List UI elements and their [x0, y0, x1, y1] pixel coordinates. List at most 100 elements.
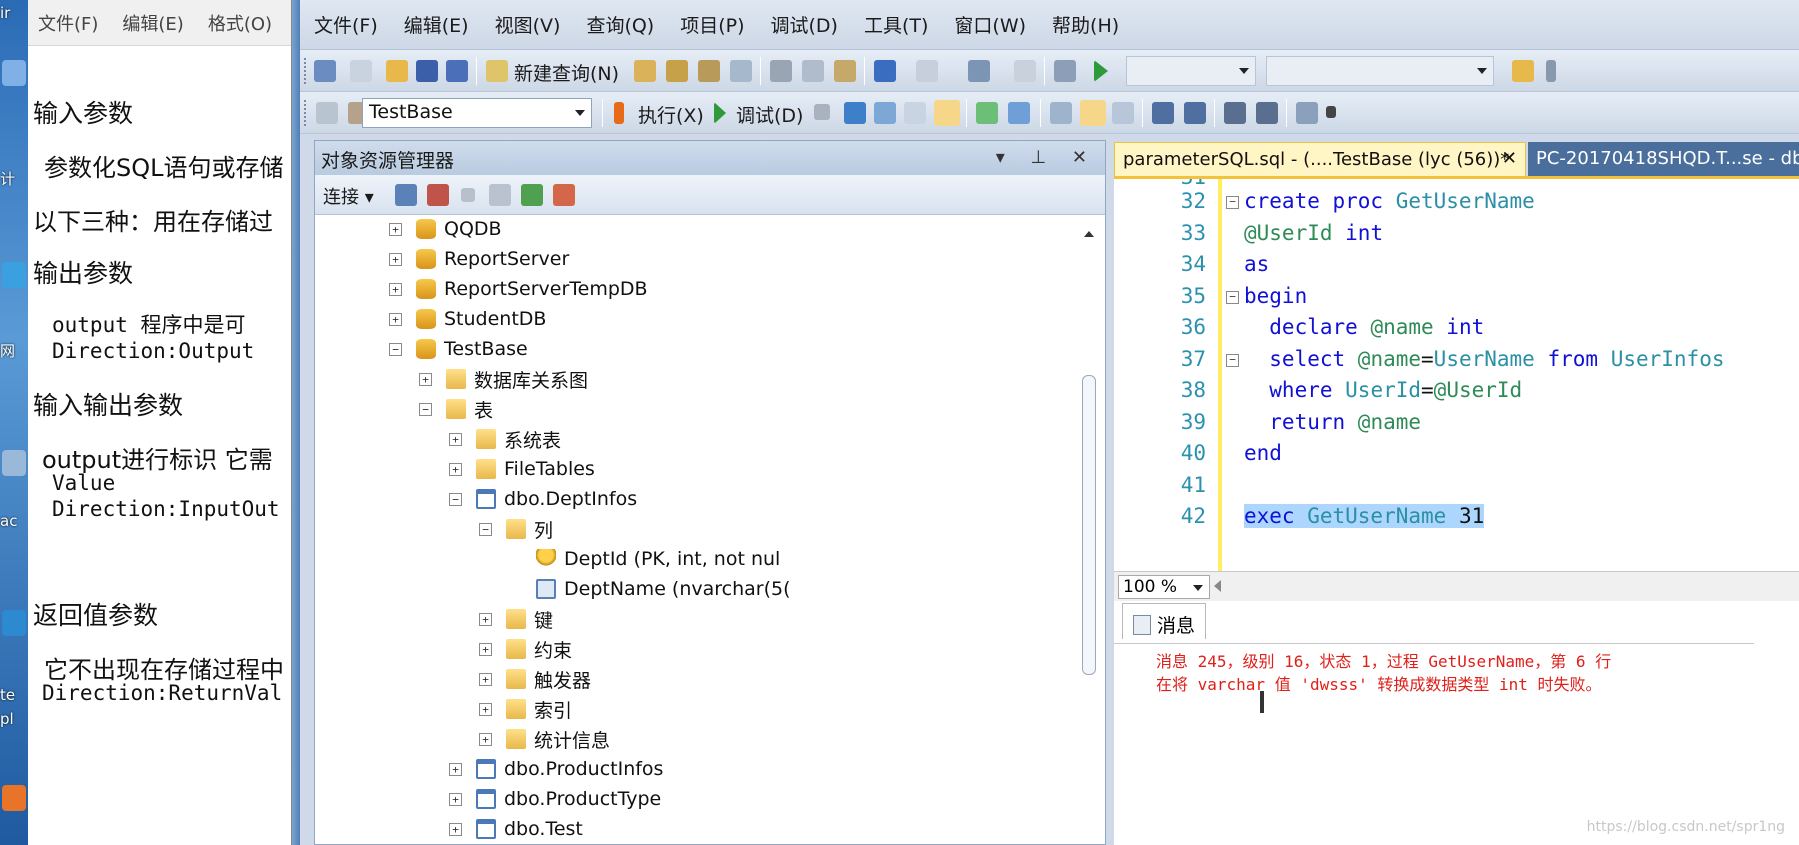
- code-line[interactable]: begin: [1244, 284, 1307, 308]
- increase-indent-icon[interactable]: [1256, 102, 1278, 124]
- tree-node[interactable]: + FileTables: [449, 455, 595, 483]
- menu-tools[interactable]: 工具(T): [864, 11, 928, 38]
- expand-icon[interactable]: +: [479, 612, 492, 626]
- specify-values-icon[interactable]: [1296, 102, 1318, 124]
- scroll-left-icon[interactable]: [1214, 580, 1221, 592]
- debug-button[interactable]: 调试(D): [736, 101, 803, 128]
- fold-toggle-icon[interactable]: −: [1226, 290, 1239, 304]
- tree-node[interactable]: − dbo.DeptInfos: [449, 485, 637, 513]
- code-line[interactable]: where UserId=@UserId: [1244, 378, 1522, 402]
- close-tab-icon[interactable]: ✕: [1502, 148, 1517, 169]
- stop-icon[interactable]: [461, 188, 475, 202]
- tree-node[interactable]: + StudentDB: [389, 305, 546, 333]
- expand-icon[interactable]: +: [389, 312, 402, 326]
- tree-node[interactable]: + 数据库关系图: [419, 365, 588, 393]
- debug-icon[interactable]: [714, 102, 726, 124]
- expand-icon[interactable]: +: [449, 822, 462, 836]
- expand-icon[interactable]: +: [449, 762, 462, 776]
- navigate-icon[interactable]: [968, 60, 990, 82]
- xmla-query-icon[interactable]: [730, 60, 752, 82]
- tab-parametersql[interactable]: parameterSQL.sql - (....TestBase (lyc (5…: [1114, 142, 1526, 176]
- tree-node[interactable]: + dbo.ProductType: [449, 785, 661, 813]
- collapse-icon[interactable]: −: [389, 342, 402, 356]
- db-query-icon[interactable]: [634, 60, 656, 82]
- solution-platform-select[interactable]: [1266, 56, 1494, 86]
- expand-icon[interactable]: +: [479, 672, 492, 686]
- query-designer-icon[interactable]: [904, 102, 926, 124]
- toolbar-grip[interactable]: [304, 100, 308, 126]
- expand-icon[interactable]: +: [389, 252, 402, 266]
- notepad-menu-format[interactable]: 格式(O): [208, 10, 272, 36]
- add-item-icon[interactable]: [350, 60, 372, 82]
- tree-node[interactable]: + 约束: [479, 635, 572, 663]
- toolbar-overflow-icon[interactable]: [1326, 106, 1336, 118]
- menu-file[interactable]: 文件(F): [314, 11, 378, 38]
- expand-icon[interactable]: +: [419, 372, 432, 386]
- sql-editor[interactable]: 31 32− create proc GetUserName 33 @UserId i…: [1114, 176, 1799, 571]
- expand-icon[interactable]: +: [449, 462, 462, 476]
- save-icon[interactable]: [416, 60, 438, 82]
- tree-node[interactable]: + ReportServerTempDB: [389, 275, 648, 303]
- new-query-button[interactable]: 新建查询(N): [514, 59, 619, 86]
- include-plan-icon[interactable]: [976, 102, 998, 124]
- redo-icon[interactable]: [916, 60, 938, 82]
- filter-icon[interactable]: [489, 184, 511, 206]
- database-select[interactable]: TestBase: [362, 98, 592, 128]
- code-line[interactable]: as: [1244, 252, 1269, 276]
- scrollbar-thumb[interactable]: [1082, 375, 1096, 675]
- menu-debug[interactable]: 调试(D): [771, 11, 838, 38]
- execute-icon[interactable]: [614, 102, 624, 124]
- cancel-query-icon[interactable]: [814, 104, 830, 120]
- results-to-text-icon[interactable]: [1050, 102, 1072, 124]
- expand-icon[interactable]: +: [479, 702, 492, 716]
- find-icon[interactable]: [1014, 60, 1036, 82]
- zoom-select[interactable]: 100 %: [1118, 575, 1210, 599]
- menu-query[interactable]: 查询(Q): [586, 11, 654, 38]
- messages-tab[interactable]: 消息: [1122, 603, 1207, 639]
- menu-help[interactable]: 帮助(H): [1052, 11, 1119, 38]
- results-to-file-icon[interactable]: [934, 100, 960, 126]
- save-all-icon[interactable]: [446, 60, 468, 82]
- uncomment-icon[interactable]: [1184, 102, 1206, 124]
- expand-icon[interactable]: +: [449, 792, 462, 806]
- notepad-text-area[interactable]: 输入参数 参数化SQL语句或存储 以下三种：用在存储过 输出参数 output …: [28, 46, 292, 845]
- panel-controls[interactable]: ▾ ⊥ ✕: [996, 147, 1097, 168]
- undo-icon[interactable]: [874, 60, 896, 82]
- results-to-grid-icon[interactable]: [1080, 100, 1106, 126]
- collapse-icon[interactable]: −: [479, 522, 492, 536]
- tree-node[interactable]: − TestBase: [389, 335, 528, 363]
- tree-node[interactable]: + 统计信息: [479, 725, 610, 753]
- properties-icon[interactable]: [1512, 60, 1534, 82]
- code-line[interactable]: return @name: [1244, 410, 1421, 434]
- analysis-query-icon[interactable]: [666, 60, 688, 82]
- paste-icon[interactable]: [834, 60, 856, 82]
- desktop-app-icon[interactable]: [2, 262, 26, 288]
- code-line[interactable]: select @name=UserName from UserInfos: [1244, 347, 1724, 371]
- copy-icon[interactable]: [802, 60, 824, 82]
- fold-toggle-icon[interactable]: −: [1226, 353, 1239, 367]
- client-statistics-icon[interactable]: [1008, 102, 1030, 124]
- notepad-menu-edit[interactable]: 编辑(E): [122, 10, 183, 36]
- expand-icon[interactable]: +: [479, 642, 492, 656]
- dmx-query-icon[interactable]: [698, 60, 720, 82]
- code-line[interactable]: end: [1244, 441, 1282, 465]
- activity-icon[interactable]: [553, 184, 575, 206]
- tree-node[interactable]: + QQDB: [389, 215, 502, 243]
- tree-node[interactable]: + 键: [479, 605, 553, 633]
- parse-icon[interactable]: [844, 102, 866, 124]
- code-line[interactable]: exec GetUserName 31: [1244, 504, 1485, 528]
- tree-node[interactable]: DeptName (nvarchar(5(: [509, 575, 791, 603]
- scroll-up-icon[interactable]: [1084, 231, 1094, 237]
- toolbar-grip[interactable]: [304, 58, 308, 84]
- new-query-icon[interactable]: [486, 60, 508, 82]
- fold-toggle-icon[interactable]: −: [1226, 196, 1239, 209]
- activity-monitor-icon[interactable]: [1054, 60, 1076, 82]
- desktop-app-icon[interactable]: [2, 450, 26, 476]
- notepad-menu-file[interactable]: 文件(F): [38, 10, 98, 36]
- connect-dropdown[interactable]: 连接 ▾: [323, 183, 374, 209]
- expand-icon[interactable]: +: [449, 432, 462, 446]
- code-line[interactable]: declare @name int: [1244, 315, 1484, 339]
- expand-icon[interactable]: +: [389, 222, 402, 236]
- solution-config-select[interactable]: [1126, 56, 1256, 86]
- menu-view[interactable]: 视图(V): [495, 11, 561, 38]
